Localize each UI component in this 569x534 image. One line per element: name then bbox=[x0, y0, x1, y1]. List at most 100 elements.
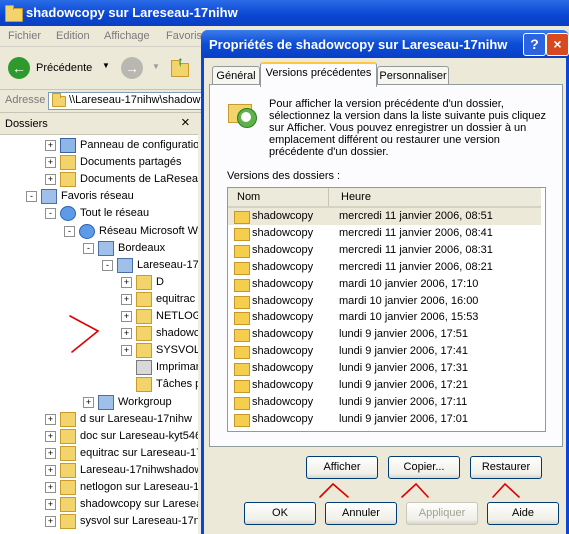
annuler-button[interactable]: Annuler bbox=[325, 502, 397, 525]
collapse-icon[interactable]: - bbox=[26, 191, 37, 203]
column-nom[interactable]: Nom bbox=[228, 188, 329, 206]
collapse-icon[interactable]: - bbox=[102, 259, 113, 271]
version-time: lundi 9 janvier 2006, 17:21 bbox=[339, 379, 469, 391]
back-button[interactable]: ← Précédente ▼ bbox=[6, 56, 114, 80]
appliquer-button: Appliquer bbox=[406, 502, 478, 525]
tree-item[interactable]: + sysvol sur Lareseau-17nil bbox=[0, 513, 198, 530]
versions-list[interactable]: Nom Heure shadowcopy mercredi 11 janvier … bbox=[227, 187, 546, 432]
tab-personnaliser[interactable]: Personnaliser bbox=[377, 66, 449, 85]
tree-item[interactable]: + Panneau de configuration bbox=[0, 137, 198, 153]
tree-item[interactable]: - Réseau Microsoft Win bbox=[0, 223, 198, 239]
version-row[interactable]: shadowcopy lundi 9 janvier 2006, 17:01 bbox=[228, 411, 541, 428]
computer-icon bbox=[117, 257, 133, 273]
menu-fichier[interactable]: Fichier bbox=[8, 30, 41, 42]
expand-icon[interactable]: + bbox=[45, 140, 56, 151]
afficher-button[interactable]: Afficher bbox=[306, 456, 378, 479]
tree-item[interactable]: + SYSVOL bbox=[0, 342, 198, 359]
expand-icon[interactable]: + bbox=[121, 328, 132, 340]
version-row[interactable]: shadowcopy mercredi 11 janvier 2006, 08:5… bbox=[228, 208, 541, 225]
chevron-down-icon[interactable]: ▼ bbox=[152, 62, 160, 71]
menu-affichage[interactable]: Affichage bbox=[104, 30, 150, 42]
copier-button[interactable]: Copier... bbox=[388, 456, 460, 479]
expand-icon[interactable]: + bbox=[121, 276, 132, 288]
tree-item[interactable]: + d sur Lareseau-17nihw bbox=[0, 411, 198, 427]
tree-item[interactable]: + Workgroup bbox=[0, 394, 198, 410]
share-icon bbox=[136, 309, 152, 324]
menu-edition[interactable]: Edition bbox=[56, 30, 90, 42]
version-name: shadowcopy bbox=[252, 412, 314, 425]
expand-icon[interactable]: + bbox=[45, 499, 56, 511]
tree-item-label: NETLOGC bbox=[156, 310, 198, 322]
workgroup-icon bbox=[98, 394, 114, 410]
printer-icon bbox=[136, 360, 152, 376]
version-row[interactable]: shadowcopy mercredi 11 janvier 2006, 08:3… bbox=[228, 242, 541, 259]
version-row[interactable]: shadowcopy mercredi 11 janvier 2006, 08:4… bbox=[228, 225, 541, 242]
version-name: shadowcopy bbox=[252, 243, 314, 256]
globe-icon bbox=[60, 206, 76, 222]
tree-item[interactable]: + Lareseau-17nihwshadow bbox=[0, 462, 198, 478]
version-time: mercredi 11 janvier 2006, 08:21 bbox=[339, 260, 493, 273]
version-row[interactable]: shadowcopy mardi 10 janvier 2006, 17:10 bbox=[228, 276, 541, 293]
tree-item[interactable]: - Tout le réseau bbox=[0, 205, 198, 222]
tree-item[interactable]: Tâches pl bbox=[0, 376, 198, 393]
menu-favoris[interactable]: Favoris bbox=[166, 30, 202, 42]
chevron-down-icon[interactable]: ▼ bbox=[102, 61, 110, 70]
version-row[interactable]: shadowcopy mardi 10 janvier 2006, 15:53 bbox=[228, 309, 541, 326]
expand-icon[interactable]: + bbox=[121, 293, 132, 305]
expand-icon[interactable]: + bbox=[45, 430, 56, 442]
version-row[interactable]: shadowcopy mercredi 11 janvier 2006, 08:2… bbox=[228, 259, 541, 276]
close-icon[interactable]: × bbox=[181, 114, 190, 131]
tree-item[interactable]: + Documents de LaReseau bbox=[0, 171, 198, 188]
tree-item[interactable]: - Lareseau-17n bbox=[0, 257, 198, 273]
collapse-icon[interactable]: - bbox=[64, 225, 75, 237]
up-folder-icon[interactable]: ↑ bbox=[170, 53, 190, 77]
dialog-title: Propriétés de shadowcopy sur Lareseau-17… bbox=[209, 37, 508, 52]
help-icon[interactable]: ? bbox=[523, 33, 546, 56]
expand-icon[interactable]: + bbox=[45, 516, 56, 528]
address-input[interactable]: \\Lareseau-17nihw\shadow bbox=[48, 92, 210, 110]
tree-item[interactable]: + netlogon sur Lareseau-17 bbox=[0, 479, 198, 495]
shared-folder-icon bbox=[234, 329, 250, 343]
version-row[interactable]: shadowcopy lundi 9 janvier 2006, 17:21 bbox=[228, 377, 541, 394]
ok-button[interactable]: OK bbox=[244, 502, 316, 525]
folders-title: Dossiers bbox=[5, 118, 48, 130]
tree-item[interactable]: - Favoris réseau bbox=[0, 188, 198, 205]
version-row[interactable]: shadowcopy mardi 10 janvier 2006, 16:00 bbox=[228, 293, 541, 310]
version-row[interactable]: shadowcopy lundi 9 janvier 2006, 17:51 bbox=[228, 326, 541, 343]
version-row[interactable]: shadowcopy lundi 9 janvier 2006, 17:11 bbox=[228, 394, 541, 411]
aide-button[interactable]: Aide bbox=[487, 502, 559, 525]
tree-item[interactable]: + D bbox=[0, 274, 198, 290]
column-heure[interactable]: Heure bbox=[329, 188, 541, 206]
expand-icon[interactable]: + bbox=[45, 413, 56, 425]
tree-item[interactable]: + equitrac bbox=[0, 291, 198, 307]
tree-item[interactable]: - Bordeaux bbox=[0, 240, 198, 256]
share-icon bbox=[136, 291, 152, 307]
collapse-icon[interactable]: - bbox=[45, 208, 56, 220]
tab-general[interactable]: Général bbox=[212, 66, 260, 85]
expand-icon[interactable]: + bbox=[45, 482, 56, 493]
close-icon[interactable]: × bbox=[546, 33, 569, 56]
expand-icon[interactable]: + bbox=[45, 447, 56, 459]
folder-icon bbox=[60, 172, 76, 188]
version-row[interactable]: shadowcopy lundi 9 janvier 2006, 17:41 bbox=[228, 343, 541, 360]
expand-icon[interactable]: + bbox=[45, 174, 56, 186]
expand-icon[interactable]: + bbox=[121, 345, 132, 357]
expand-icon[interactable]: + bbox=[83, 396, 94, 408]
forward-arrow-icon[interactable]: → bbox=[121, 57, 143, 79]
collapse-icon[interactable]: - bbox=[83, 242, 94, 254]
tree-item[interactable]: + equitrac sur Lareseau-17n bbox=[0, 445, 198, 461]
tree-item[interactable]: Imprimant bbox=[0, 359, 198, 376]
share-icon bbox=[60, 462, 76, 478]
restaurer-button[interactable]: Restaurer bbox=[470, 456, 542, 479]
tree-item-label: equitrac bbox=[156, 292, 196, 305]
version-row[interactable]: shadowcopy lundi 9 janvier 2006, 17:31 bbox=[228, 360, 541, 377]
tab-versions-precedentes[interactable]: Versions précédentes bbox=[260, 62, 377, 87]
tree-item[interactable]: + Documents partagés bbox=[0, 154, 198, 171]
tree-item[interactable]: + NETLOGC bbox=[0, 308, 198, 324]
tree-item[interactable]: + doc sur Lareseau-kyt546 bbox=[0, 428, 198, 444]
expand-icon[interactable]: + bbox=[45, 464, 56, 476]
tree-item[interactable]: + shadowcopy sur Lareseau bbox=[0, 496, 198, 513]
tree-item[interactable]: + shadowco bbox=[0, 325, 198, 342]
expand-icon[interactable]: + bbox=[121, 311, 132, 322]
expand-icon[interactable]: + bbox=[45, 157, 56, 169]
